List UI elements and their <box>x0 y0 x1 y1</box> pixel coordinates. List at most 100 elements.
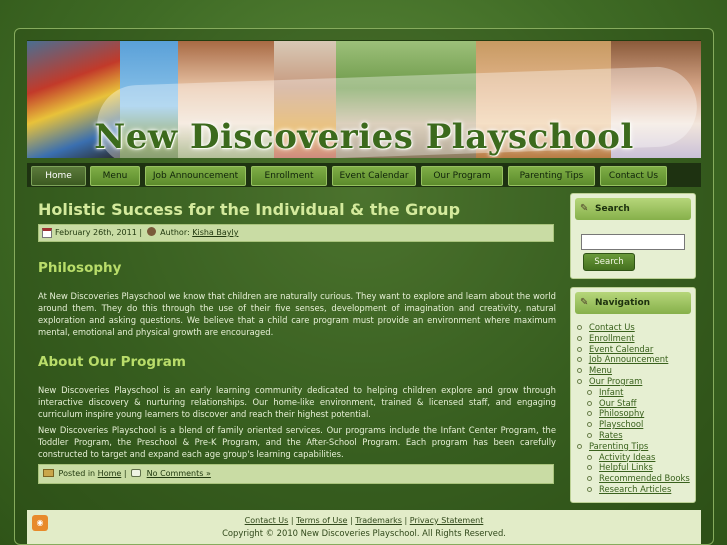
section-heading-about: About Our Program <box>38 354 186 370</box>
bullet-icon <box>587 389 592 395</box>
sidebar-link-parenting-tips[interactable]: Parenting Tips <box>589 441 648 451</box>
sidebar-link-infant[interactable]: Infant <box>599 387 623 397</box>
nav-menu[interactable]: Menu <box>90 166 140 186</box>
nav-list-subitem: Activity Ideas <box>577 452 690 463</box>
sidebar-link-contact-us[interactable]: Contact Us <box>589 322 635 332</box>
nav-contact-us[interactable]: Contact Us <box>600 166 667 186</box>
sidebar-link-helpful-links[interactable]: Helpful Links <box>599 462 653 472</box>
post-footer: Posted in Home | No Comments » <box>38 464 554 484</box>
posted-in-label: Posted in <box>58 469 96 478</box>
nav-list-item: Menu <box>577 365 690 376</box>
nav-list-item: Contact Us <box>577 322 690 333</box>
nav-list-item: Our Program <box>577 376 690 387</box>
nav-list-item: Enrollment <box>577 333 690 344</box>
author-prefix: Author: <box>160 228 190 237</box>
nav-list-subitem: Infant <box>577 387 690 398</box>
nav-list-subitem: Recommended Books <box>577 473 690 484</box>
footer-link-separator: | <box>350 516 353 525</box>
navigation-widget-header: ✎ Navigation <box>575 292 691 314</box>
header-banner: New Discoveries Playschool <box>27 40 701 158</box>
sidebar-link-research-articles[interactable]: Research Articles <box>599 484 671 494</box>
bullet-icon <box>577 357 582 363</box>
nav-list-subitem: Playschool <box>577 419 690 430</box>
nav-list-item: Event Calendar <box>577 344 690 355</box>
folder-icon <box>43 469 54 477</box>
main-content: Holistic Success for the Individual & th… <box>27 190 563 506</box>
bullet-icon <box>587 486 592 492</box>
footer-link-contact-us[interactable]: Contact Us <box>245 516 289 525</box>
bullet-icon <box>577 346 582 352</box>
calendar-icon <box>42 228 52 238</box>
sidebar-link-enrollment[interactable]: Enrollment <box>589 333 635 343</box>
bullet-icon <box>577 443 582 449</box>
search-widget-title: Search <box>595 204 630 214</box>
pin-icon: ✎ <box>580 297 589 308</box>
site-title[interactable]: New Discoveries Playschool <box>27 117 701 157</box>
post-meta: February 26th, 2011 | Author: Kisha Bayl… <box>38 224 554 242</box>
nav-enrollment[interactable]: Enrollment <box>251 166 327 186</box>
sidebar-link-menu[interactable]: Menu <box>589 365 612 375</box>
nav-list-subitem: Rates <box>577 430 690 441</box>
post-title[interactable]: Holistic Success for the Individual & th… <box>38 200 460 219</box>
bullet-icon <box>587 422 592 428</box>
sidebar-link-recommended-books[interactable]: Recommended Books <box>599 473 690 483</box>
sidebar-link-philosophy[interactable]: Philosophy <box>599 408 644 418</box>
bullet-icon <box>587 476 592 482</box>
sidebar-link-activity-ideas[interactable]: Activity Ideas <box>599 452 655 462</box>
section-heading-philosophy: Philosophy <box>38 260 122 276</box>
bullet-icon <box>587 400 592 406</box>
bullet-icon <box>577 368 582 374</box>
footer-link-privacy[interactable]: Privacy Statement <box>410 516 484 525</box>
sidebar-link-rates[interactable]: Rates <box>599 430 623 440</box>
author-link[interactable]: Kisha Bayly <box>192 228 238 237</box>
category-link[interactable]: Home <box>98 469 122 478</box>
sidebar-link-job-announcement[interactable]: Job Announcement <box>589 354 668 364</box>
sidebar-link-our-program[interactable]: Our Program <box>589 376 642 386</box>
nav-list-item: Job Announcement <box>577 354 690 365</box>
sidebar-link-our-staff[interactable]: Our Staff <box>599 398 637 408</box>
nav-list-subitem: Helpful Links <box>577 462 690 473</box>
bullet-icon <box>577 325 582 330</box>
page-footer: ◉ Contact Us | Terms of Use | Trademarks… <box>27 510 701 544</box>
paragraph-philosophy: At New Discoveries Playschool we know th… <box>38 291 556 337</box>
nav-list-subitem: Our Staff <box>577 398 690 409</box>
navigation-list: Contact Us Enrollment Event Calendar Job… <box>577 322 690 495</box>
paragraph-about-1: New Discoveries Playschool is an early l… <box>38 385 556 419</box>
nav-list-item: Parenting Tips <box>577 441 690 452</box>
navigation-widget: ✎ Navigation Contact Us Enrollment Event… <box>570 287 696 503</box>
bullet-icon <box>587 454 592 460</box>
sidebar-link-playschool[interactable]: Playschool <box>599 419 643 429</box>
sidebar-link-event-calendar[interactable]: Event Calendar <box>589 344 653 354</box>
footer-link-separator: | <box>404 516 408 525</box>
comments-link[interactable]: No Comments » <box>147 469 211 478</box>
nav-event-calendar[interactable]: Event Calendar <box>332 166 416 186</box>
bullet-icon <box>587 432 592 438</box>
user-icon <box>146 227 156 236</box>
nav-list-subitem: Research Articles <box>577 484 690 495</box>
nav-job-announcement[interactable]: Job Announcement <box>145 166 246 186</box>
nav-parenting-tips[interactable]: Parenting Tips <box>508 166 595 186</box>
nav-home[interactable]: Home <box>31 166 86 186</box>
bullet-icon <box>587 411 592 417</box>
nav-our-program[interactable]: Our Program <box>421 166 503 186</box>
footer-link-separator: | <box>290 516 294 525</box>
main-nav: Home Menu Job Announcement Enrollment Ev… <box>27 163 701 187</box>
paragraph-about-2: New Discoveries Playschool is a blend of… <box>38 425 556 459</box>
navigation-widget-title: Navigation <box>595 298 651 308</box>
bullet-icon <box>587 465 592 471</box>
bullet-icon <box>577 378 582 384</box>
search-button[interactable]: Search <box>583 253 635 271</box>
search-input[interactable] <box>581 234 685 250</box>
footer-link-terms[interactable]: Terms of Use <box>296 516 347 525</box>
search-widget-header: ✎ Search <box>575 198 691 220</box>
meta-separator: | <box>139 228 143 237</box>
footer-separator: | <box>123 469 127 478</box>
footer-links: Contact Us | Terms of Use | Trademarks |… <box>27 516 701 525</box>
comment-icon <box>131 469 142 477</box>
nav-list-subitem: Philosophy <box>577 408 690 419</box>
post-date: February 26th, 2011 <box>55 228 137 237</box>
pin-icon: ✎ <box>580 203 589 214</box>
copyright-text: Copyright © 2010 New Discoveries Playsch… <box>222 528 506 538</box>
footer-link-trademarks[interactable]: Trademarks <box>355 516 402 525</box>
bullet-icon <box>577 335 582 341</box>
